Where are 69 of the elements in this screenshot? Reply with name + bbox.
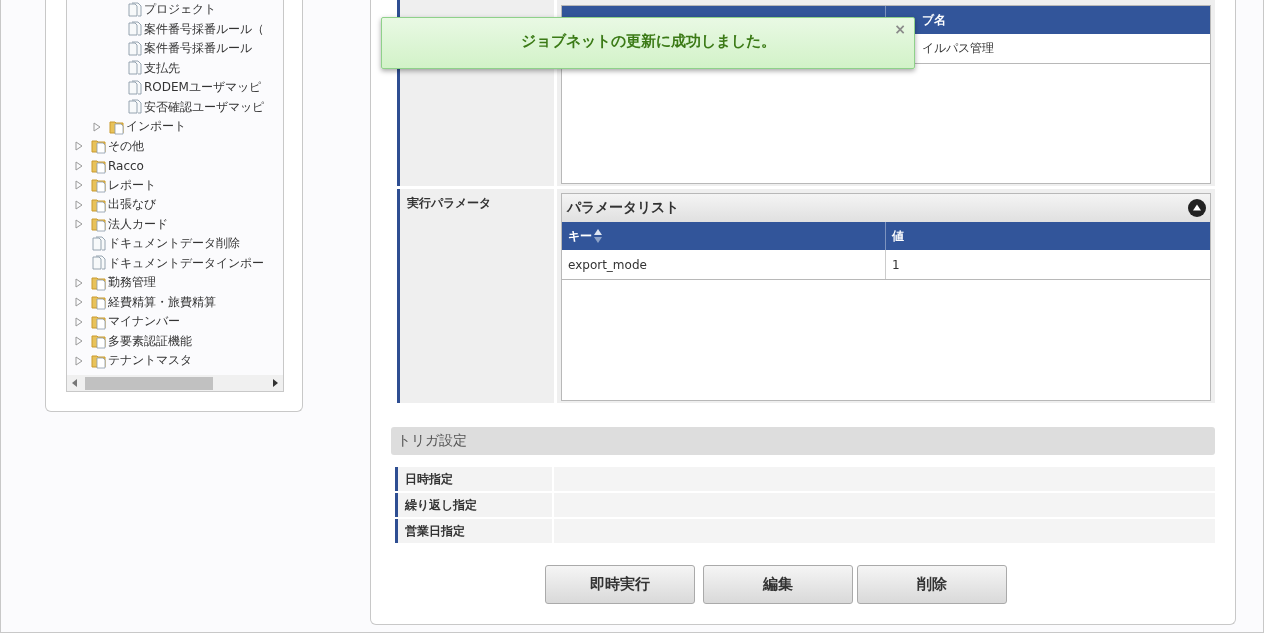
table-cell: export_mode	[562, 250, 886, 279]
action-button[interactable]: 即時実行	[545, 565, 695, 604]
tree-item[interactable]: 案件番号採番ルール	[144, 40, 252, 58]
tree-item[interactable]: その他	[108, 137, 144, 155]
scroll-left-icon[interactable]	[72, 379, 78, 387]
expand-arrow-icon[interactable]	[75, 219, 83, 230]
tree-item[interactable]: インポート	[126, 118, 186, 136]
folder-icon	[91, 138, 107, 155]
folder-icon	[109, 118, 125, 135]
folder-icon	[91, 196, 107, 213]
field-label: 繰り返し指定	[395, 493, 552, 517]
document-icon	[127, 79, 143, 96]
expand-arrow-icon[interactable]	[75, 355, 83, 366]
folder-icon	[91, 274, 107, 291]
expand-arrow-icon[interactable]	[75, 180, 83, 191]
folder-icon	[91, 294, 107, 311]
tree-item[interactable]: 経費精算・旅費精算	[108, 293, 216, 311]
folder-icon	[91, 216, 107, 233]
tree-item[interactable]: 支払先	[144, 59, 180, 77]
scrollbar-thumb[interactable]	[85, 376, 213, 390]
column-header[interactable]: キー	[562, 222, 886, 250]
table-cell: イルパス管理	[922, 40, 994, 57]
collapse-icon[interactable]	[1188, 199, 1206, 217]
column-header: ブ名	[922, 11, 946, 29]
expand-arrow-icon[interactable]	[75, 297, 83, 308]
action-button[interactable]: 編集	[703, 565, 853, 604]
tree-item[interactable]: Racco	[108, 158, 144, 173]
document-icon	[127, 60, 143, 77]
table-title: パラメータリスト	[567, 199, 679, 217]
folder-icon	[91, 313, 107, 330]
document-icon	[91, 255, 107, 272]
table-cell-text: 1	[891, 256, 901, 274]
tree-item[interactable]: 法人カード	[108, 215, 168, 233]
tree-item[interactable]: プロジェクト	[144, 1, 216, 19]
scroll-right-icon[interactable]	[272, 379, 278, 387]
expand-arrow-icon[interactable]	[75, 141, 83, 152]
expand-arrow-icon[interactable]	[75, 336, 83, 347]
folder-icon	[91, 352, 107, 369]
field-label: 実行パラメータ	[397, 189, 554, 403]
tree-item[interactable]: ドキュメントデータ削除	[108, 235, 240, 253]
document-icon	[127, 40, 143, 57]
expand-arrow-icon[interactable]	[75, 316, 83, 327]
field-label: 営業日指定	[395, 519, 552, 543]
tree-item[interactable]: ドキュメントデータインポー	[108, 254, 264, 272]
expand-arrow-icon[interactable]	[93, 121, 101, 132]
expand-arrow-icon[interactable]	[75, 199, 83, 210]
toast-message: ジョブネットの更新に成功しました。	[520, 32, 776, 51]
field-label: 日時指定	[395, 467, 552, 491]
tree-item[interactable]: 勤務管理	[108, 274, 156, 292]
tree-item[interactable]: 出張なび	[108, 196, 156, 214]
expand-arrow-icon[interactable]	[75, 277, 83, 288]
sort-icon[interactable]	[594, 228, 602, 244]
tree-item[interactable]: レポート	[108, 176, 156, 194]
tree-item[interactable]: 安否確認ユーザマッピ	[144, 98, 264, 116]
tree-item[interactable]: マイナンバー	[108, 313, 180, 331]
column-header[interactable]: 値	[886, 222, 1210, 250]
folder-icon	[91, 177, 107, 194]
document-icon	[127, 99, 143, 116]
folder-icon	[91, 157, 107, 174]
action-button[interactable]: 削除	[857, 565, 1007, 604]
section-header: トリガ設定	[391, 427, 1215, 455]
tree-item[interactable]: テナントマスタ	[108, 352, 192, 370]
document-icon	[91, 235, 107, 252]
tree-item[interactable]: 多要素認証機能	[108, 332, 192, 350]
tree-item[interactable]: 案件番号採番ルール（	[144, 20, 264, 38]
document-icon	[127, 21, 143, 38]
tree-item[interactable]: RODEMユーザマッピ	[144, 79, 261, 97]
expand-arrow-icon[interactable]	[75, 160, 83, 171]
folder-icon	[91, 333, 107, 350]
